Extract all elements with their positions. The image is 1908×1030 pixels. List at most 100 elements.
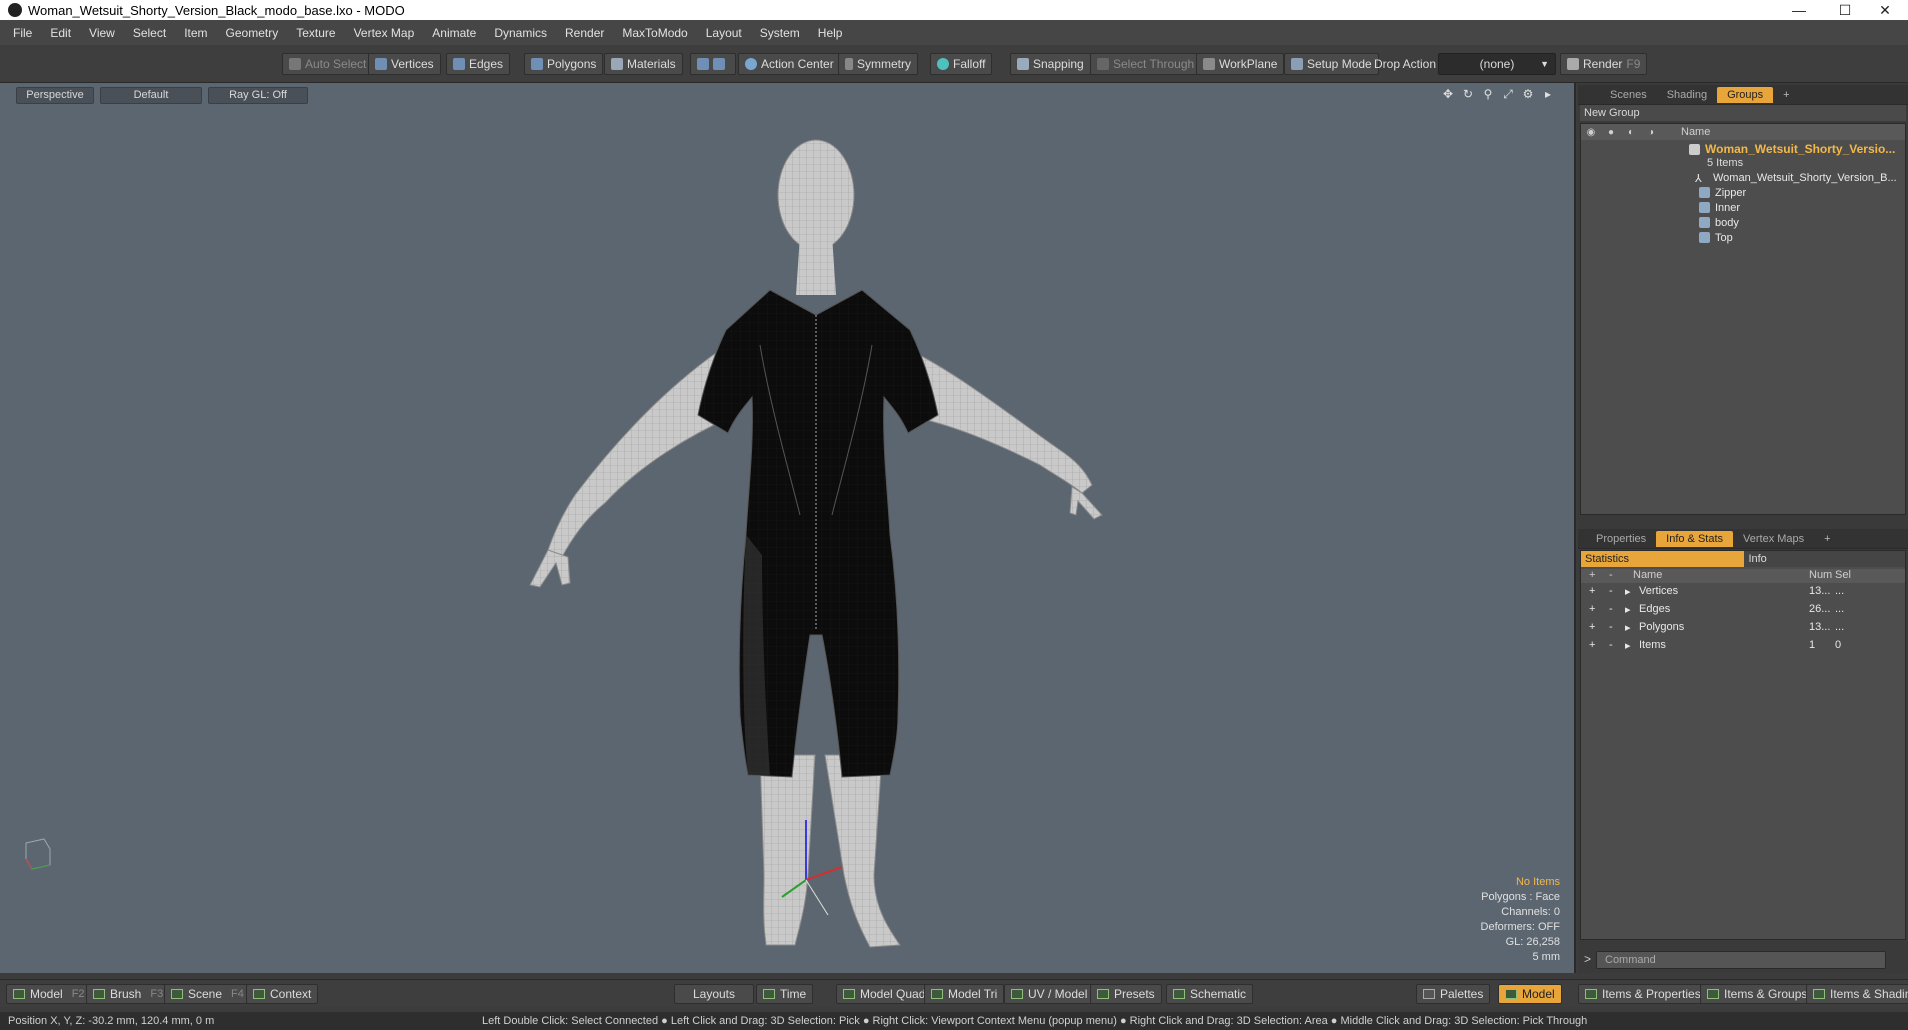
tab-properties[interactable]: Properties <box>1586 531 1656 547</box>
items-info: No Items <box>1515 876 1560 888</box>
items-groups-button[interactable]: Items & Groups <box>1700 984 1815 1004</box>
presets-button[interactable]: Presets <box>1090 984 1162 1004</box>
pan-icon[interactable]: ✥ <box>1442 88 1454 100</box>
layouts-button[interactable]: Layouts <box>674 984 754 1004</box>
model-tab-active[interactable]: Model <box>1498 984 1562 1004</box>
menu-geometry[interactable]: Geometry <box>217 26 288 40</box>
command-input[interactable]: Command <box>1596 951 1886 969</box>
menu-file[interactable]: File <box>4 26 41 40</box>
tab-scenes[interactable]: Scenes <box>1600 87 1657 103</box>
menu-texture[interactable]: Texture <box>287 26 344 40</box>
palettes-button[interactable]: Palettes <box>1416 984 1491 1004</box>
model-tri-button[interactable]: Model Tri <box>924 984 1005 1004</box>
menu-render[interactable]: Render <box>556 26 613 40</box>
tab-info-stats[interactable]: Info & Stats <box>1656 530 1734 547</box>
workplane-button[interactable]: WorkPlane <box>1196 53 1285 75</box>
tree-header: ◉ ● ◐ ◑ Name <box>1581 124 1905 140</box>
brush-layout-button[interactable]: Brush F3 <box>86 984 171 1004</box>
menu-dynamics[interactable]: Dynamics <box>485 26 556 40</box>
menu-item[interactable]: Item <box>175 26 216 40</box>
auto-select-button[interactable]: Auto Select <box>282 53 374 75</box>
stats-row-polygons[interactable]: + - ▸ Polygons 13... ... <box>1581 619 1905 637</box>
items-properties-button[interactable]: Items & Properties <box>1578 984 1708 1004</box>
model-quad-button[interactable]: Model Quad <box>836 984 933 1004</box>
channels-info: Channels: 0 <box>1501 906 1560 918</box>
locator-icon: ⅄ <box>1695 173 1702 185</box>
symmetry-icon <box>845 58 853 70</box>
status-bar: Position X, Y, Z: -30.2 mm, 120.4 mm, 0 … <box>0 1012 1908 1030</box>
polygons-button[interactable]: Polygons <box>524 53 604 75</box>
schematic-button[interactable]: Schematic <box>1166 984 1254 1004</box>
add-tab-icon[interactable]: + <box>1773 87 1799 103</box>
viewport-info: No Items Polygons : Face Channels: 0 Def… <box>1481 875 1560 965</box>
setup-mode-button[interactable]: Setup Mode <box>1284 53 1379 75</box>
stats-row-edges[interactable]: + - ▸ Edges 26... ... <box>1581 601 1905 619</box>
command-bar: > Command <box>1578 949 1908 971</box>
expand-arrow-icon[interactable]: ▸ <box>1625 639 1631 652</box>
layout-icon <box>931 989 943 999</box>
layout-icon <box>1585 989 1597 999</box>
minimize-button[interactable]: — <box>1776 0 1822 20</box>
rotate-icon[interactable]: ↻ <box>1462 88 1474 100</box>
falloff-icon <box>937 58 949 70</box>
expand-arrow-icon[interactable]: ▸ <box>1625 585 1631 598</box>
scene-tabs: Scenes Shading Groups + <box>1578 85 1908 105</box>
menu-maxtomodo[interactable]: MaxToModo <box>613 26 696 40</box>
render-button[interactable]: Render F9 <box>1560 53 1648 75</box>
action-center-button[interactable]: Action Center <box>738 53 841 75</box>
materials-button[interactable]: Materials <box>604 53 683 75</box>
arrow-right-icon[interactable]: ▸ <box>1542 88 1554 100</box>
add-tab-icon[interactable]: + <box>1814 531 1840 547</box>
drop-action-select[interactable]: (none) ▼ <box>1438 53 1556 75</box>
vertices-button[interactable]: Vertices <box>368 53 441 75</box>
new-group-button[interactable]: New Group <box>1580 105 1906 121</box>
symmetry-button[interactable]: Symmetry <box>838 53 918 75</box>
3d-viewport[interactable]: Perspective Default Ray GL: Off ✥ ↻ ⚲ ⤢ … <box>0 83 1576 973</box>
expand-arrow-icon[interactable]: ▸ <box>1625 603 1631 616</box>
snapping-button[interactable]: Snapping <box>1010 53 1091 75</box>
expand-arrow-icon[interactable]: ▸ <box>1625 621 1631 634</box>
edges-button[interactable]: Edges <box>446 53 511 75</box>
shield-icon <box>697 58 709 70</box>
menu-edit[interactable]: Edit <box>41 26 80 40</box>
main-toolbar: Auto Select Vertices Edges Polygons Mate… <box>0 45 1908 83</box>
prompt-icon: > <box>1584 952 1592 966</box>
raygl-button[interactable]: Ray GL: Off <box>208 87 308 104</box>
menu-layout[interactable]: Layout <box>697 26 751 40</box>
tab-info[interactable]: Info <box>1744 551 1905 567</box>
scale-info: 5 mm <box>1532 951 1561 963</box>
stats-row-vertices[interactable]: + - ▸ Vertices 13... ... <box>1581 583 1905 601</box>
select-through-button[interactable]: Select Through <box>1090 53 1202 75</box>
tab-vertex-maps[interactable]: Vertex Maps <box>1733 531 1814 547</box>
uv-model-button[interactable]: UV / Model <box>1004 984 1095 1004</box>
wetsuit-model[interactable] <box>470 115 1150 955</box>
items-shading-button[interactable]: Items & Shading <box>1806 984 1908 1004</box>
mouse-hints: Left Double Click: Select Connected ● Le… <box>482 1015 1588 1027</box>
menu-view[interactable]: View <box>80 26 124 40</box>
falloff-button[interactable]: Falloff <box>930 53 993 75</box>
menu-help[interactable]: Help <box>809 26 852 40</box>
view-mode-button[interactable]: Perspective <box>16 87 94 104</box>
model-layout-button[interactable]: Model F2 <box>6 984 92 1004</box>
scene-layout-button[interactable]: Scene F4 <box>164 984 251 1004</box>
tab-shading[interactable]: Shading <box>1657 87 1717 103</box>
polygons-icon <box>531 58 543 70</box>
viewport-tools: ✥ ↻ ⚲ ⤢ ⚙ ▸ <box>1442 88 1554 100</box>
time-layout-button[interactable]: Time <box>756 984 814 1004</box>
menu-system[interactable]: System <box>751 26 809 40</box>
deformers-info: Deformers: OFF <box>1480 921 1560 933</box>
maximize-icon[interactable]: ⤢ <box>1502 88 1514 100</box>
close-button[interactable]: ✕ <box>1862 0 1908 20</box>
menu-select[interactable]: Select <box>124 26 175 40</box>
component-toggle-buttons[interactable] <box>690 53 736 75</box>
menu-vertex-map[interactable]: Vertex Map <box>345 26 424 40</box>
tab-groups[interactable]: Groups <box>1717 86 1774 103</box>
menu-animate[interactable]: Animate <box>423 26 485 40</box>
zoom-icon[interactable]: ⚲ <box>1482 88 1494 100</box>
gear-icon[interactable]: ⚙ <box>1522 88 1534 100</box>
context-layout-button[interactable]: Context <box>246 984 319 1004</box>
tab-statistics[interactable]: Statistics <box>1581 551 1745 567</box>
shading-mode-button[interactable]: Default <box>100 87 202 104</box>
stats-header: + - Name Num Sel <box>1581 569 1905 583</box>
stats-row-items[interactable]: + - ▸ Items 1 0 <box>1581 637 1905 655</box>
